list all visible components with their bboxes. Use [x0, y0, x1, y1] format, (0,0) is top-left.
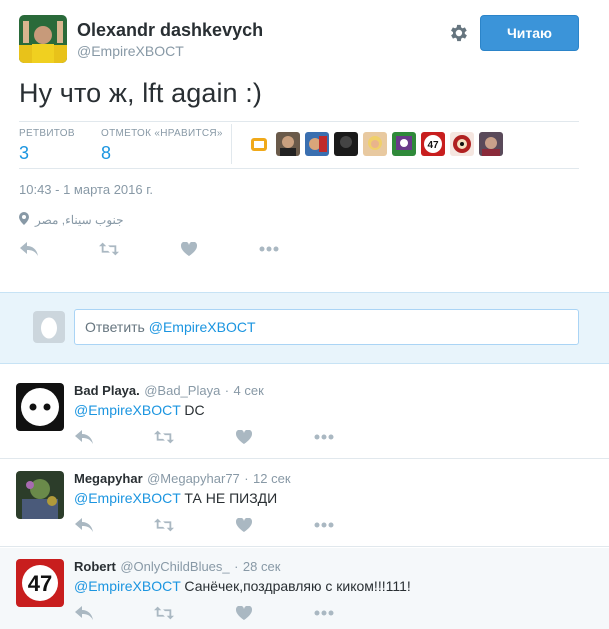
tweet-text: Ну что ж, lft again :)	[19, 78, 262, 108]
author-name[interactable]: Olexandr dashkevych	[77, 20, 263, 41]
more-icon[interactable]	[314, 429, 334, 445]
reply-input[interactable]: Ответить @EmpireXBOCT	[74, 309, 579, 345]
more-icon[interactable]	[314, 517, 334, 533]
reply-author-name[interactable]: Bad Playa.	[74, 383, 140, 398]
reply-author-handle[interactable]: @Megapyhar77	[147, 471, 240, 486]
reply-item[interactable]: 47 Robert @OnlyChildBlues_ · 28 сек @Emp…	[0, 548, 609, 629]
author-handle[interactable]: @EmpireXBOCT	[77, 43, 184, 59]
reply-body: Санёчек,поздравляю с киком!!!111!	[184, 578, 411, 594]
reply-icon[interactable]	[74, 605, 94, 621]
reply-item[interactable]: Megapyhar @Megapyhar77 · 12 сек @EmpireX…	[0, 460, 609, 547]
like-icon[interactable]	[234, 429, 254, 445]
following-button[interactable]: Читаю	[480, 15, 579, 51]
like-icon[interactable]	[234, 517, 254, 533]
likes-count: 8	[101, 143, 112, 163]
retweets-stat[interactable]: РЕТВИТОВ 3	[19, 128, 75, 164]
reply-item[interactable]: Bad Playa. @Bad_Playa · 4 сек @EmpireXBO…	[0, 372, 609, 459]
liker-avatar[interactable]	[392, 132, 416, 156]
reply-body: DC	[184, 402, 205, 418]
liker-avatar[interactable]	[305, 132, 329, 156]
liker-avatar[interactable]: 47	[421, 132, 445, 156]
author-avatar[interactable]	[19, 15, 67, 63]
liker-avatar[interactable]	[247, 132, 271, 156]
tweet-actions	[19, 241, 279, 257]
reply-actions	[74, 605, 334, 621]
retweet-icon[interactable]	[154, 605, 174, 621]
liker-avatar[interactable]	[479, 132, 503, 156]
likes-stat[interactable]: ОТМЕТОК «НРАВИТСЯ» 8	[101, 128, 223, 164]
retweets-label: РЕТВИТОВ	[19, 128, 75, 139]
reply-text: @EmpireXBOCT DC	[74, 402, 205, 418]
reply-icon[interactable]	[74, 429, 94, 445]
svg-text:47: 47	[28, 571, 52, 596]
divider-bottom	[19, 168, 579, 169]
liker-avatar[interactable]	[334, 132, 358, 156]
reply-header: Megapyhar @Megapyhar77 · 12 сек	[74, 470, 291, 488]
divider-top	[19, 121, 579, 122]
reply-avatar[interactable]	[16, 471, 64, 519]
gear-icon[interactable]	[447, 22, 469, 44]
more-icon[interactable]	[314, 605, 334, 621]
reply-mention[interactable]: @EmpireXBOCT	[74, 490, 181, 506]
tweet-timestamp: 10:43 - 1 марта 2016 г.	[19, 182, 153, 197]
reply-prefix: Ответить	[85, 319, 145, 335]
retweet-icon[interactable]	[99, 241, 119, 257]
liker-avatar[interactable]	[363, 132, 387, 156]
like-icon[interactable]	[179, 241, 199, 257]
reply-author-handle[interactable]: @OnlyChildBlues_	[120, 559, 229, 574]
retweet-icon[interactable]	[154, 429, 174, 445]
reply-icon[interactable]	[19, 241, 39, 257]
retweets-count: 3	[19, 143, 30, 163]
reply-header: Robert @OnlyChildBlues_ · 28 сек	[74, 558, 280, 576]
reply-author-handle[interactable]: @Bad_Playa	[144, 383, 220, 398]
reply-text: @EmpireXBOCT ТА НЕ ПИЗДИ	[74, 490, 277, 506]
stats-separator	[231, 124, 232, 164]
reply-text: @EmpireXBOCT Санёчек,поздравляю с киком!…	[74, 578, 411, 594]
location-pin-icon	[19, 212, 29, 228]
reply-body: ТА НЕ ПИЗДИ	[184, 490, 278, 506]
reply-time[interactable]: 4 сек	[234, 383, 264, 398]
likes-label: ОТМЕТОК «НРАВИТСЯ»	[101, 128, 223, 139]
tweet-location[interactable]: جنوب سيناء, مصر	[19, 212, 124, 228]
egg-avatar-icon	[33, 311, 65, 343]
location-text: جنوب سيناء, مصر	[35, 213, 124, 227]
svg-text:47: 47	[427, 140, 439, 151]
reply-avatar[interactable]	[16, 383, 64, 431]
reply-author-name[interactable]: Megapyhar	[74, 471, 143, 486]
reply-separator: ·	[234, 559, 239, 574]
reply-separator: ·	[244, 471, 249, 486]
reply-author-name[interactable]: Robert	[74, 559, 116, 574]
liker-avatar[interactable]	[450, 132, 474, 156]
reply-mention: @EmpireXBOCT	[148, 319, 256, 335]
retweet-icon[interactable]	[154, 517, 174, 533]
more-icon[interactable]	[259, 241, 279, 257]
reply-mention[interactable]: @EmpireXBOCT	[74, 402, 181, 418]
reply-avatar[interactable]: 47	[16, 559, 64, 607]
like-icon[interactable]	[234, 605, 254, 621]
reply-separator: ·	[224, 383, 230, 398]
reply-icon[interactable]	[74, 517, 94, 533]
likers-avatars: 47	[247, 132, 503, 156]
reply-mention[interactable]: @EmpireXBOCT	[74, 578, 181, 594]
reply-time[interactable]: 12 сек	[253, 471, 291, 486]
reply-actions	[74, 429, 334, 445]
liker-avatar[interactable]	[276, 132, 300, 156]
reply-actions	[74, 517, 334, 533]
reply-header: Bad Playa. @Bad_Playa · 4 сек	[74, 382, 264, 400]
reply-time[interactable]: 28 сек	[243, 559, 281, 574]
